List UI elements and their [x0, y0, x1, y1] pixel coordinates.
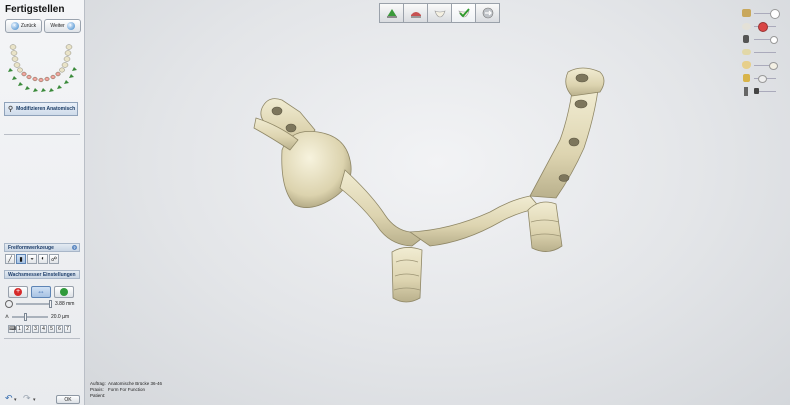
strength-icon: ⩚ [5, 313, 9, 320]
tooth-tool-icon: ⚲ [8, 106, 14, 113]
jaw-model-icon [742, 9, 751, 17]
swap-arrows-icon: ⇔ [37, 287, 45, 296]
drop-icon [60, 288, 68, 296]
visibility-jaw-item[interactable] [742, 8, 782, 21]
wax-knife-tool-icon[interactable]: ▮ [16, 254, 26, 264]
next-button[interactable]: Weiter › [44, 19, 81, 33]
freeform-tools-header: Freiformwerkzeuge ? [4, 243, 80, 252]
modify-anatomic-label: Modifizieren Anatomisch [16, 106, 76, 112]
size-value: 3.88 mm [55, 301, 75, 307]
bridge-icon [742, 49, 751, 55]
screw-icon [744, 87, 748, 96]
divider [4, 134, 80, 135]
wax-knife-settings-label: Wachsmesser Einstellungen [8, 272, 76, 278]
arch-teeth [9, 44, 73, 83]
size-slider-row: 3.88 mm [5, 300, 74, 308]
strength-slider[interactable] [11, 313, 48, 321]
crown-icon [742, 61, 751, 69]
preset-6[interactable]: 6 [56, 325, 63, 333]
redo-icon[interactable]: ↷ [23, 393, 31, 404]
visibility-crown-item[interactable] [742, 60, 782, 73]
divider [4, 338, 80, 339]
preset-number-row: ⌨ 1 2 3 4 5 6 7 [8, 325, 71, 333]
freeform-toolbar: ╱ ▮ ◒ ◐ ☍ [5, 254, 59, 264]
smooth-tool-icon[interactable]: ◒ [27, 254, 37, 264]
abutment-icon [743, 74, 750, 82]
info-patient-key: Patient: [90, 393, 106, 398]
info-practice-value: Form For Function [108, 387, 146, 392]
preset-2[interactable]: 2 [24, 325, 31, 333]
keyboard-icon: ⌨ [8, 325, 17, 333]
preset-7[interactable]: 7 [64, 325, 71, 333]
morph-tool-icon[interactable]: ☍ [49, 254, 59, 264]
undo-icon[interactable]: ↶ [5, 393, 13, 404]
visibility-screw-item[interactable] [742, 86, 782, 99]
visibility-knob[interactable] [758, 22, 768, 32]
arrow-left-icon: ‹ [10, 22, 19, 30]
add-icon: + [14, 288, 22, 296]
info-patient-row: Patient: [90, 393, 162, 399]
visibility-knob[interactable] [754, 88, 759, 94]
help-icon[interactable]: ? [72, 245, 77, 250]
gingiva-icon [742, 23, 751, 30]
visibility-slider[interactable] [754, 52, 776, 53]
visibility-gingiva-item[interactable] [742, 21, 782, 34]
modify-anatomic-button[interactable]: ⚲ Modifizieren Anatomisch [4, 102, 78, 116]
add-material-button[interactable]: + [8, 286, 28, 298]
visibility-abutment-item[interactable] [742, 73, 782, 86]
implant-icon [743, 35, 749, 43]
preset-1[interactable]: 1 [16, 325, 23, 333]
visibility-knob[interactable] [769, 62, 778, 70]
ok-button[interactable]: OK [56, 395, 80, 404]
preset-3[interactable]: 3 [32, 325, 39, 333]
size-icon [5, 300, 13, 308]
visibility-knob[interactable] [770, 36, 778, 44]
preset-5[interactable]: 5 [48, 325, 55, 333]
back-label: Zurück [20, 23, 37, 29]
visibility-implant-item[interactable] [742, 34, 782, 47]
arrow-right-icon: › [66, 22, 75, 30]
bridge-teeth-highlight [22, 72, 61, 82]
strength-slider-knob[interactable] [23, 313, 27, 321]
case-info: Auftrag: Anatomische Brücke 36-46 Praxis:… [90, 381, 162, 399]
tooth-arch-selector[interactable] [5, 40, 79, 98]
strength-slider-row: ⩚ 20.0 µm [5, 313, 69, 321]
smooth-material-button[interactable]: ⇔ [31, 286, 51, 298]
shape-tool-icon[interactable]: ◐ [38, 254, 48, 264]
back-button[interactable]: ‹ Zurück [5, 19, 42, 33]
bridge-3d-model[interactable] [85, 0, 790, 405]
visibility-bridge-item[interactable] [742, 47, 782, 60]
size-slider[interactable] [16, 300, 52, 308]
object-visibility-panel [742, 8, 782, 99]
undo-dropdown-icon[interactable]: ▾ [14, 397, 17, 403]
visibility-knob[interactable] [770, 9, 780, 19]
knife-tool-icon[interactable]: ╱ [5, 254, 15, 264]
info-order-value: Anatomische Brücke 36-46 [108, 381, 163, 386]
next-label: Weiter [50, 23, 65, 29]
bridge-framework [253, 67, 605, 303]
step-title: Fertigstellen [5, 4, 65, 15]
freeform-tools-label: Freiformwerkzeuge [8, 245, 54, 251]
left-panel: Fertigstellen ‹ Zurück Weiter › ⚲ Modifi… [0, 0, 85, 405]
size-slider-knob[interactable] [49, 300, 52, 308]
redo-dropdown-icon[interactable]: ▾ [33, 397, 36, 403]
strength-value: 20.0 µm [50, 314, 70, 320]
wax-knife-settings-header: Wachsmesser Einstellungen [4, 270, 80, 279]
remove-material-button[interactable] [54, 286, 74, 298]
preset-4[interactable]: 4 [40, 325, 47, 333]
visibility-knob[interactable] [758, 75, 767, 83]
3d-viewport[interactable]: Auftrag: Anatomische Brücke 36-46 Praxis:… [85, 0, 790, 405]
